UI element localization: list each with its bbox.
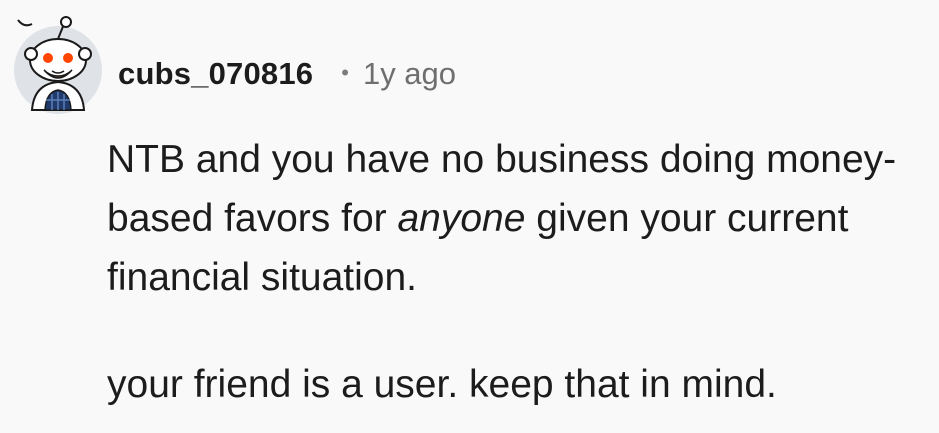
username-link[interactable]: cubs_070816 bbox=[118, 56, 313, 92]
comment-body: NTB and you have no business doing money… bbox=[107, 130, 927, 414]
comment-paragraph: NTB and you have no business doing money… bbox=[107, 130, 927, 307]
separator-dot: • bbox=[341, 60, 349, 85]
comment-header: cubs_070816 • 1y ago bbox=[118, 52, 456, 96]
emphasis-text: anyone bbox=[397, 197, 526, 240]
timestamp[interactable]: 1y ago bbox=[363, 56, 456, 92]
avatar[interactable] bbox=[12, 14, 104, 114]
comment: cubs_070816 • 1y ago NTB and you have no… bbox=[0, 0, 939, 433]
comment-paragraph: your friend is a user. keep that in mind… bbox=[107, 363, 777, 406]
snoo-avatar-icon bbox=[14, 16, 102, 114]
